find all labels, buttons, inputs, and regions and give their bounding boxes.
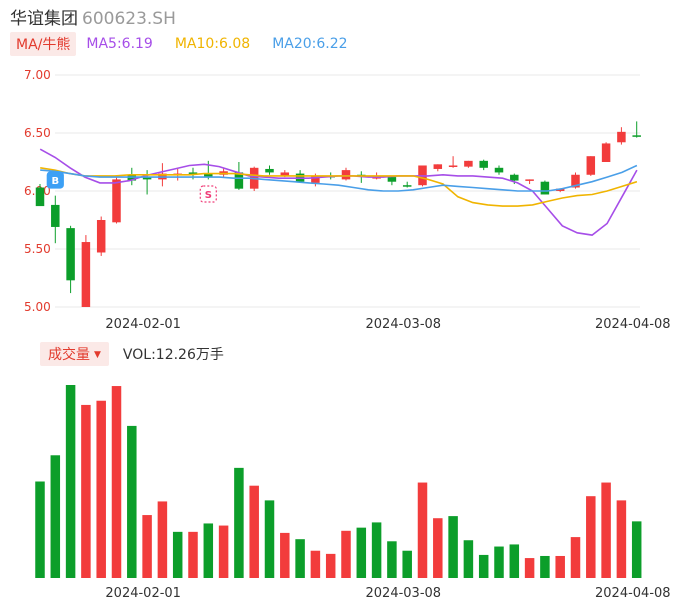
- volume-bar: [249, 485, 259, 578]
- candle-body: [96, 220, 106, 253]
- volume-bar: [433, 518, 443, 578]
- volume-bar: [371, 522, 382, 578]
- x-date-label: 2024-04-08: [595, 317, 671, 332]
- volume-bar: [65, 385, 76, 578]
- y-tick-label: 5.00: [24, 300, 51, 314]
- candle-body: [265, 168, 274, 173]
- volume-bar: [509, 544, 520, 578]
- marker-symbol: B: [51, 176, 59, 187]
- volume-bar: [586, 496, 596, 578]
- volume-date-axis: 2024-02-01 2024-03-08 2024-04-08: [105, 586, 670, 601]
- volume-bar: [218, 525, 229, 578]
- volume-bars: [35, 385, 642, 578]
- volume-bar: [172, 531, 183, 578]
- volume-bar: [310, 550, 321, 578]
- candle-body: [632, 135, 641, 137]
- volume-bar: [96, 400, 106, 578]
- candle-body: [540, 181, 550, 195]
- marker-symbol: S: [205, 190, 212, 201]
- candle-body: [510, 174, 519, 181]
- volume-bar: [356, 527, 367, 578]
- candle-body: [341, 170, 351, 180]
- candle-body: [586, 156, 596, 175]
- volume-bar: [50, 455, 61, 578]
- volume-bar: [402, 550, 412, 578]
- volume-bar: [417, 482, 428, 578]
- volume-bar: [325, 553, 336, 578]
- volume-bar: [555, 555, 565, 578]
- volume-bar: [601, 482, 611, 578]
- volume-bar: [234, 467, 244, 578]
- sell-signal-icon: S: [199, 185, 217, 203]
- candle-body: [112, 179, 121, 223]
- volume-bar: [203, 523, 214, 578]
- volume-bar: [448, 516, 458, 578]
- volume-bar: [494, 546, 504, 578]
- volume-bar: [478, 554, 489, 578]
- candle-body: [601, 143, 611, 162]
- volume-bar: [157, 501, 168, 578]
- volume-bar: [295, 539, 305, 578]
- candle-body: [387, 177, 397, 182]
- volume-bar: [341, 530, 351, 578]
- volume-bar: [264, 500, 275, 578]
- stock-chart[interactable]: 7.006.506.005.505.00 BS 2024-02-012024-0…: [0, 0, 686, 606]
- x-date-label: 2024-03-08: [366, 317, 442, 332]
- buy-signal-icon: B: [46, 171, 64, 189]
- y-tick-label: 5.50: [24, 242, 51, 256]
- volume-bar: [540, 555, 550, 578]
- x-date-label: 2024-04-08: [595, 586, 671, 601]
- candle-body: [494, 167, 504, 173]
- candle-body: [51, 204, 60, 227]
- x-date-label: 2024-03-08: [366, 586, 442, 601]
- volume-bar: [387, 541, 397, 578]
- candle-body: [448, 165, 458, 167]
- volume-bar: [631, 521, 642, 578]
- volume-bar: [616, 500, 627, 578]
- volume-bar: [188, 531, 198, 578]
- candle-body: [525, 179, 534, 181]
- candle-body: [617, 131, 626, 143]
- volume-bar: [280, 532, 290, 578]
- volume-bar: [463, 540, 474, 578]
- volume-bar: [570, 537, 581, 578]
- price-date-axis: 2024-02-01 2024-03-08 2024-04-08: [105, 317, 670, 332]
- volume-bar: [81, 404, 91, 578]
- candle-body: [433, 164, 443, 169]
- x-date-label: 2024-02-01: [105, 317, 181, 332]
- volume-bar: [111, 386, 122, 578]
- candle-body: [35, 187, 45, 207]
- y-tick-label: 6.50: [24, 126, 51, 140]
- volume-bar: [524, 558, 535, 578]
- candle-body: [66, 228, 75, 281]
- x-date-label: 2024-02-01: [105, 586, 181, 601]
- volume-bar: [35, 481, 45, 578]
- candle-body: [479, 160, 488, 168]
- candlesticks: [35, 121, 641, 307]
- volume-bar: [142, 515, 152, 578]
- candle-body: [81, 242, 91, 307]
- volume-bar: [127, 425, 137, 578]
- y-tick-label: 7.00: [24, 68, 51, 82]
- candle-body: [402, 185, 412, 187]
- candle-body: [464, 160, 473, 167]
